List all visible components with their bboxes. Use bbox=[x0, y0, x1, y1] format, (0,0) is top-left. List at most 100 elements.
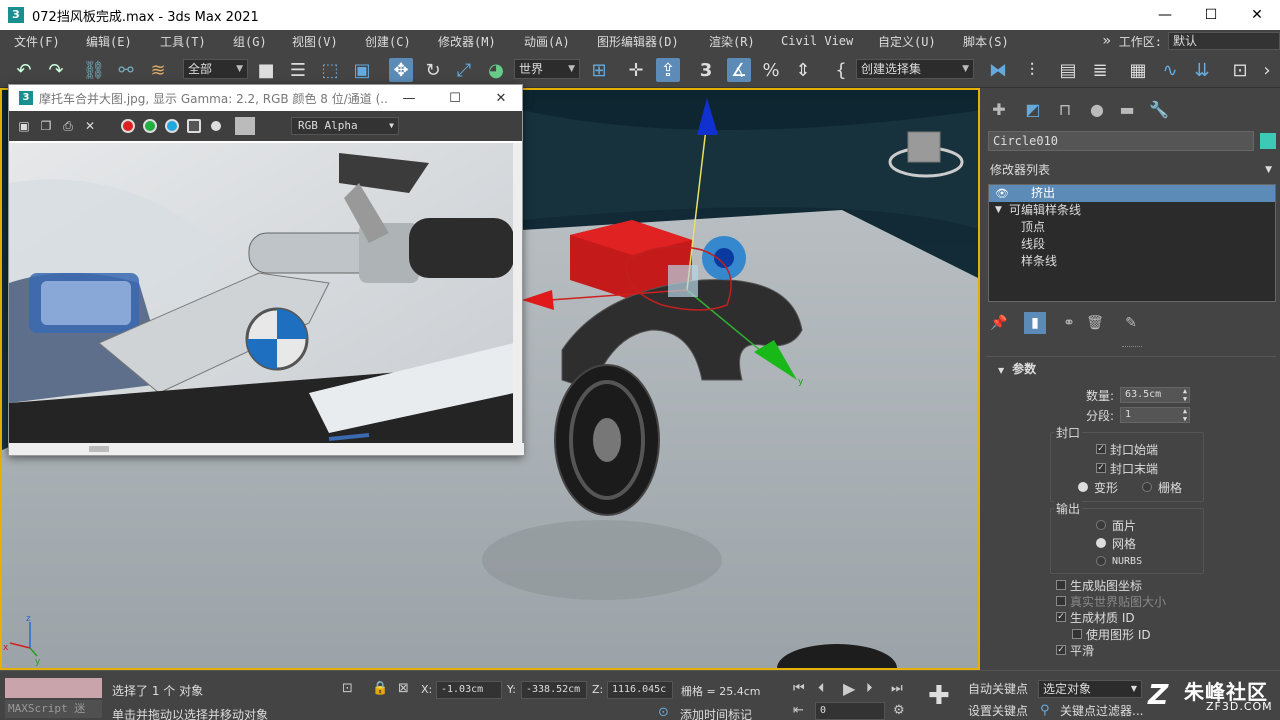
stack-item-extrude[interactable]: 👁 挤出 bbox=[989, 185, 1275, 202]
vfb-horizontal-scrollbar[interactable] bbox=[9, 443, 524, 455]
maxscript-listener-output[interactable] bbox=[5, 678, 102, 698]
key-filters-icon[interactable]: ⚲ bbox=[1040, 703, 1050, 718]
save-image-icon[interactable]: ▣ bbox=[15, 117, 33, 135]
stack-item-spline[interactable]: 样条线 bbox=[989, 253, 1275, 270]
move-icon[interactable]: ✥ bbox=[389, 58, 413, 82]
auto-key-button[interactable]: 自动关键点 bbox=[968, 679, 1028, 699]
unlink-icon[interactable]: ⚯ bbox=[114, 58, 138, 82]
next-frame-icon[interactable]: ⏵ bbox=[866, 681, 873, 696]
cap-end-row[interactable]: ✓ 封口末端 bbox=[1096, 459, 1158, 477]
create-tab-icon[interactable]: ✚ bbox=[988, 98, 1010, 120]
go-to-end-icon[interactable]: ⏭ bbox=[891, 681, 903, 696]
x-coord-field[interactable]: -1.03cm bbox=[436, 681, 502, 699]
checkbox-checked-icon[interactable]: ✓ bbox=[1056, 645, 1066, 655]
vfb-maximize-button[interactable]: ☐ bbox=[435, 85, 475, 111]
bind-spacewarp-icon[interactable]: ≋ bbox=[146, 58, 170, 82]
gen-mat-ids-row[interactable]: ✓ 生成材质 ID bbox=[1056, 608, 1135, 626]
amount-spinner[interactable]: 63.5cm ▲ ▼ bbox=[1120, 387, 1191, 403]
set-key-button[interactable]: 设置关键点 bbox=[968, 701, 1028, 720]
keyboard-shortcut-icon[interactable]: ⇪ bbox=[656, 58, 680, 82]
maximize-button[interactable]: ☐ bbox=[1188, 0, 1234, 30]
vfb-minimize-button[interactable]: — bbox=[389, 85, 429, 111]
angle-snap-icon[interactable]: ∡ bbox=[727, 58, 751, 82]
current-frame-field[interactable]: 0 bbox=[815, 702, 885, 720]
grid-radio-row[interactable]: 栅格 bbox=[1142, 478, 1182, 496]
curve-editor-icon[interactable]: ∿ bbox=[1158, 58, 1182, 82]
edit-named-sets-icon[interactable]: { bbox=[829, 58, 853, 82]
link-icon[interactable]: ⛓ bbox=[82, 58, 106, 82]
minimize-button[interactable]: — bbox=[1142, 0, 1188, 30]
menu-animation[interactable]: 动画(A) bbox=[524, 33, 570, 50]
scene-explorer-icon[interactable]: ▤ bbox=[1056, 58, 1080, 82]
spinner-arrows-icon[interactable]: ▲ ▼ bbox=[1183, 407, 1187, 423]
time-tag-icon[interactable]: ⊙ bbox=[658, 705, 669, 720]
menu-edit[interactable]: 编辑(E) bbox=[86, 33, 132, 50]
expand-triangle-icon[interactable]: ▼ bbox=[995, 202, 1002, 219]
undo-icon[interactable]: ↶ bbox=[12, 58, 36, 82]
layer-explorer-icon[interactable]: ≣ bbox=[1088, 58, 1112, 82]
menu-group[interactable]: 组(G) bbox=[233, 33, 267, 50]
scale-icon[interactable]: ⤢ bbox=[452, 58, 476, 82]
menu-create[interactable]: 创建(C) bbox=[365, 33, 411, 50]
swatch-button[interactable] bbox=[235, 117, 255, 135]
menu-view[interactable]: 视图(V) bbox=[292, 33, 338, 50]
vfb-scroll-thumb[interactable] bbox=[89, 446, 109, 452]
snap-icon[interactable]: 3 bbox=[694, 58, 718, 82]
blue-channel-button[interactable] bbox=[163, 117, 181, 135]
red-channel-button[interactable] bbox=[119, 117, 137, 135]
add-time-tag[interactable]: 添加时间标记 bbox=[680, 706, 752, 720]
checkbox-checked-icon[interactable]: ✓ bbox=[1096, 444, 1106, 454]
mirror-icon[interactable]: ⧓ bbox=[986, 58, 1010, 82]
selected-object-select[interactable]: 选定对象 ▼ bbox=[1038, 680, 1142, 698]
print-image-icon[interactable]: ⎙ bbox=[59, 117, 77, 135]
absolute-mode-icon[interactable]: ⊠ bbox=[398, 681, 409, 696]
utilities-tab-icon[interactable]: 🔧 bbox=[1148, 98, 1170, 120]
toolbar-overflow-icon[interactable]: › bbox=[1258, 58, 1276, 82]
named-selection-select[interactable]: 创建选择集 ▼ bbox=[856, 59, 974, 79]
key-filters-button[interactable]: 关键点过滤器... bbox=[1060, 701, 1143, 720]
menu-scripting[interactable]: 脚本(S) bbox=[963, 33, 1009, 50]
previous-frame-icon[interactable]: ⏴ bbox=[818, 681, 825, 696]
window-crossing-icon[interactable]: ▣ bbox=[350, 58, 374, 82]
object-name-field[interactable]: Circle010 bbox=[988, 131, 1254, 151]
remove-modifier-icon[interactable]: 🗑 bbox=[1084, 312, 1106, 334]
y-coord-field[interactable]: -338.52cm bbox=[521, 681, 587, 699]
smooth-row[interactable]: ✓ 平滑 bbox=[1056, 641, 1094, 659]
display-tab-icon[interactable]: ▬ bbox=[1116, 98, 1138, 120]
copy-image-icon[interactable]: ❐ bbox=[37, 117, 55, 135]
modifier-list-select[interactable]: 修改器列表 ▼ bbox=[988, 160, 1276, 180]
close-button[interactable]: ✕ bbox=[1234, 0, 1280, 30]
pivot-icon[interactable]: ⊞ bbox=[587, 58, 611, 82]
stack-item-editable-spline[interactable]: ▼ 可编辑样条线 bbox=[989, 202, 1275, 219]
hierarchy-tab-icon[interactable]: ⊓ bbox=[1054, 98, 1076, 120]
frame-buffer-window[interactable]: 3 摩托车合并大图.jpg, 显示 Gamma: 2.2, RGB 颜色 8 位… bbox=[8, 84, 524, 456]
selection-filter-select[interactable]: 全部 ▼ bbox=[183, 59, 248, 79]
checkbox-unchecked-icon[interactable] bbox=[1072, 629, 1082, 639]
nurbs-radio-row[interactable]: NURBS bbox=[1096, 552, 1142, 570]
select-object-icon[interactable]: ■ bbox=[254, 58, 278, 82]
redo-icon[interactable]: ↷ bbox=[44, 58, 68, 82]
isolate-selection-icon[interactable]: ⊡ bbox=[342, 681, 353, 696]
percent-snap-icon[interactable]: % bbox=[759, 58, 783, 82]
configure-sets-icon[interactable]: ✎ bbox=[1120, 312, 1142, 334]
align-icon[interactable]: ⫶ bbox=[1020, 58, 1044, 82]
menu-tools[interactable]: 工具(T) bbox=[160, 33, 206, 50]
menu-file[interactable]: 文件(F) bbox=[14, 33, 60, 50]
rotate-icon[interactable]: ↻ bbox=[421, 58, 445, 82]
cap-start-row[interactable]: ✓ 封口始端 bbox=[1096, 440, 1158, 458]
select-by-name-icon[interactable]: ☰ bbox=[286, 58, 310, 82]
vfb-vertical-scrollbar[interactable] bbox=[513, 143, 522, 445]
radio-selected-icon[interactable] bbox=[1078, 482, 1088, 492]
make-unique-icon[interactable]: ⚭ bbox=[1058, 312, 1080, 334]
pin-stack-icon[interactable]: 📌 bbox=[988, 312, 1010, 334]
ribbon-icon[interactable]: ▦ bbox=[1126, 58, 1150, 82]
parameters-rollout-header[interactable]: ▼ 参数 bbox=[986, 356, 1276, 380]
green-channel-button[interactable] bbox=[141, 117, 159, 135]
radio-unselected-icon[interactable] bbox=[1142, 482, 1152, 492]
morph-radio-row[interactable]: 变形 bbox=[1078, 478, 1118, 496]
checkbox-checked-icon[interactable]: ✓ bbox=[1096, 463, 1106, 473]
segments-spinner[interactable]: 1 ▲ ▼ bbox=[1120, 407, 1191, 423]
key-mode-icon[interactable]: ⇤ bbox=[793, 703, 804, 718]
object-color-swatch[interactable] bbox=[1260, 133, 1276, 149]
radio-selected-icon[interactable] bbox=[1096, 538, 1106, 548]
